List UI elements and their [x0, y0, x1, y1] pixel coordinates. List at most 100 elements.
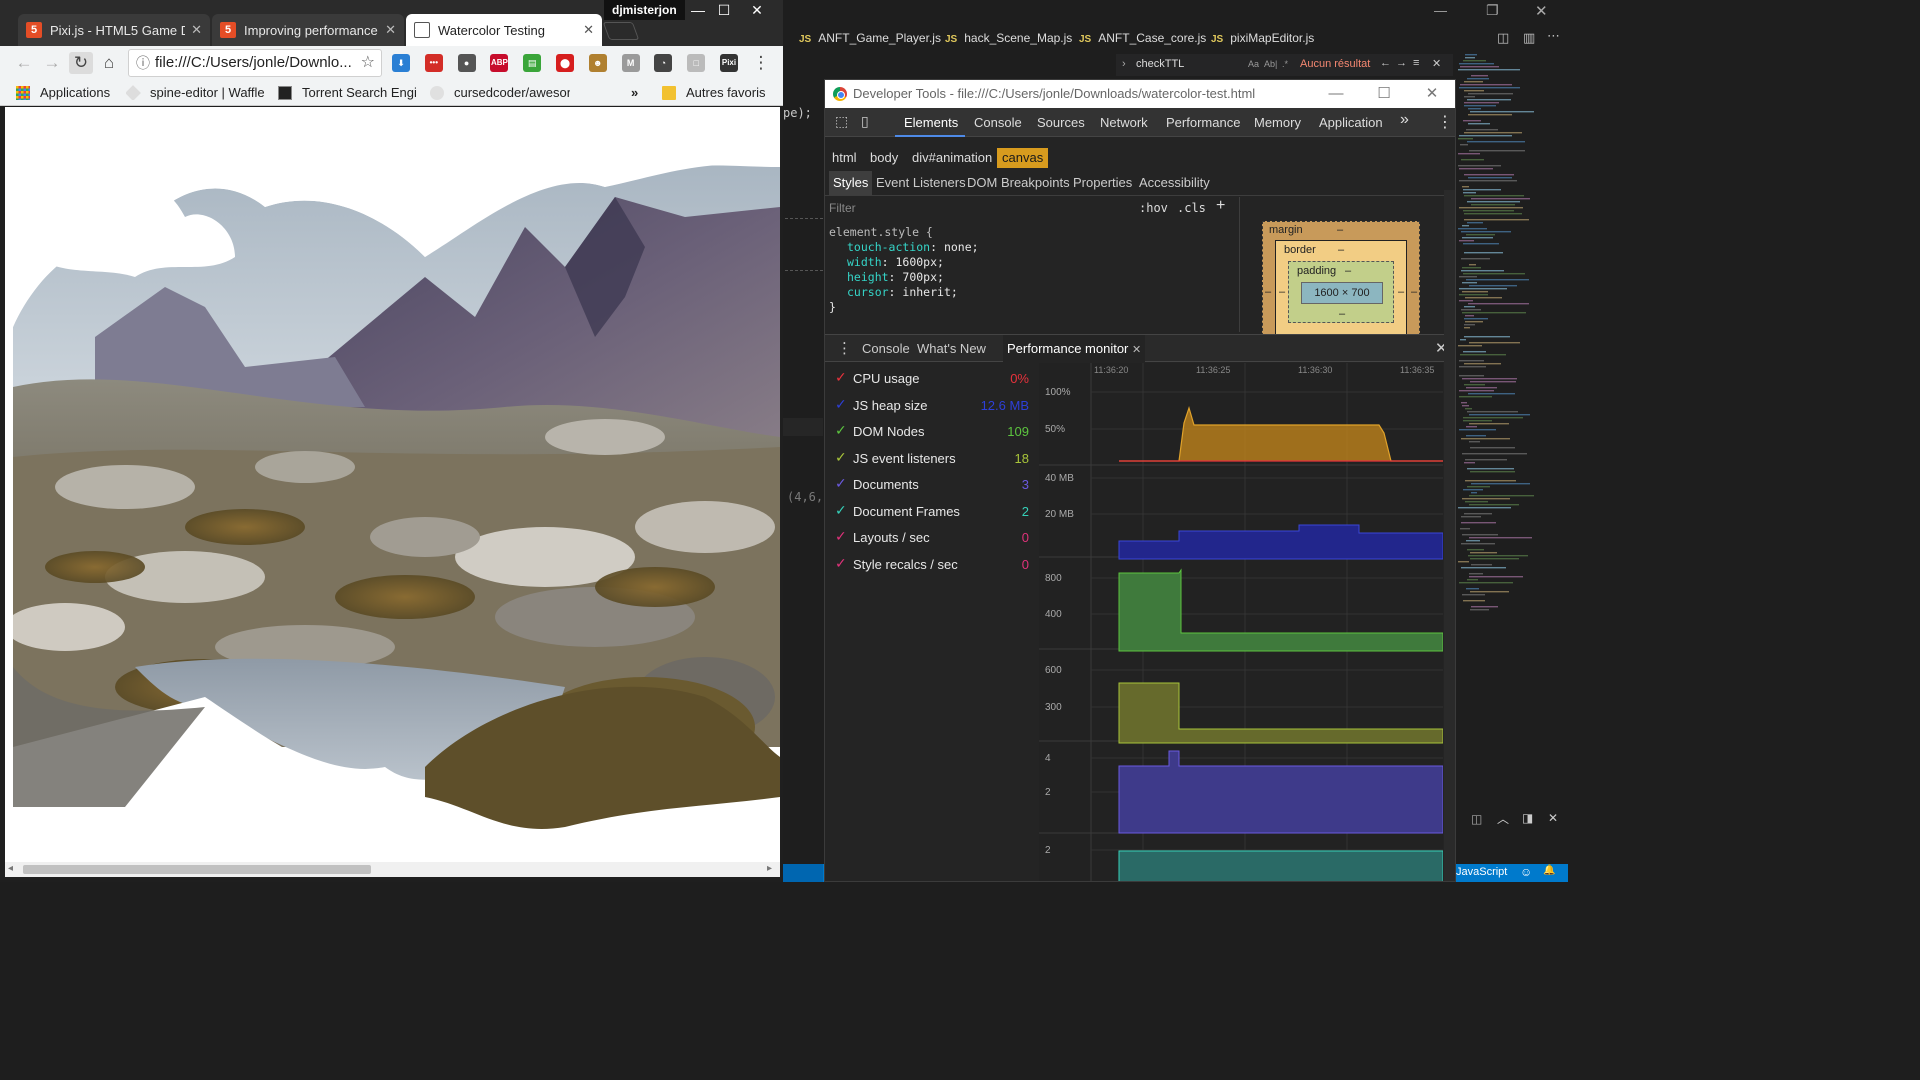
checkbox-check-icon[interactable]: ✓	[835, 553, 847, 573]
inspect-element-icon[interactable]: ⬚	[835, 113, 848, 130]
crumb-canvas[interactable]: canvas	[997, 148, 1049, 168]
minimize-button[interactable]: —	[1313, 80, 1359, 108]
face-ext-icon[interactable]: ☻	[588, 54, 607, 72]
subtab-accessibility[interactable]: Accessibility	[1139, 175, 1210, 190]
checkbox-check-icon[interactable]: ✓	[835, 447, 847, 467]
page-ext-icon[interactable]: □	[687, 54, 706, 72]
info-icon[interactable]: ⓘ	[136, 50, 150, 76]
whole-word-toggle[interactable]: Ab|	[1264, 59, 1277, 69]
styles-filter-input[interactable]: Filter	[829, 201, 856, 215]
more-icon[interactable]: ⋯	[1547, 28, 1560, 44]
hov-toggle[interactable]: :hov	[1139, 201, 1168, 215]
forward-button[interactable]: →	[40, 52, 64, 74]
metric-row[interactable]: ✓ Layouts / sec 0	[835, 528, 1029, 548]
split-icon[interactable]: ◫	[1497, 30, 1509, 46]
box-padding[interactable]: padding – – 1600 × 700	[1288, 261, 1394, 323]
bookmarks-overflow-button[interactable]: »	[631, 85, 638, 100]
watercolor-canvas[interactable]	[5, 107, 780, 862]
checkbox-check-icon[interactable]: ✓	[835, 526, 847, 546]
selection-icon[interactable]: ≡	[1413, 57, 1419, 69]
other-bookmarks[interactable]: Autres favoris	[662, 85, 765, 100]
editor-tab[interactable]: JS ANFT_Game_Player.js	[799, 31, 941, 45]
maximize-button[interactable]: ☐	[709, 0, 739, 20]
editor-tab[interactable]: JS hack_Scene_Map.js	[945, 31, 1072, 45]
subtab-properties[interactable]: Properties	[1073, 175, 1132, 190]
bookmark-item[interactable]: spine-editor | Waffle	[126, 85, 264, 100]
subtab-event-listeners[interactable]: Event Listeners	[876, 175, 966, 190]
shield-ext-icon[interactable]: ⬤	[556, 54, 574, 72]
horizontal-scrollbar[interactable]: ◂ ▸	[5, 862, 780, 877]
browser-tab-active[interactable]: Watercolor Testing ✕	[406, 14, 602, 46]
checkbox-check-icon[interactable]: ✓	[835, 394, 847, 414]
bell-icon[interactable]: 🔔	[1543, 865, 1555, 876]
drawer-tab-whats-new[interactable]: What's New	[917, 341, 986, 356]
crumb-html[interactable]: html	[827, 148, 862, 168]
panel-close-button[interactable]: ✕	[1548, 811, 1558, 825]
download-icon[interactable]: ⬇	[392, 54, 410, 72]
reload-button[interactable]: ↻	[69, 52, 93, 74]
devtools-vertical-scrollbar[interactable]	[1444, 190, 1455, 881]
editor-tab[interactable]: JS ANFT_Case_core.js	[1079, 31, 1206, 45]
tab-console[interactable]: Console	[974, 115, 1022, 130]
scrollbar-thumb[interactable]	[23, 865, 371, 874]
chat-ext-icon[interactable]: ◔	[654, 54, 673, 72]
metric-row[interactable]: ✓ JS event listeners 18	[835, 449, 1029, 469]
metric-row[interactable]: ✓ DOM Nodes 109	[835, 422, 1029, 442]
tab-elements[interactable]: Elements	[904, 115, 958, 130]
style-property[interactable]: touch-action: none;	[829, 240, 979, 255]
close-button[interactable]: ✕	[1409, 80, 1455, 108]
print-ext-icon[interactable]: ▤	[523, 54, 542, 72]
tab-performance[interactable]: Performance	[1166, 115, 1240, 130]
tab-application[interactable]: Application	[1319, 115, 1383, 130]
tab-network[interactable]: Network	[1100, 115, 1148, 130]
scroll-right-arrow[interactable]: ▸	[767, 863, 772, 874]
drawer-tab-console[interactable]: Console	[862, 341, 910, 356]
checkbox-check-icon[interactable]: ✓	[835, 420, 847, 440]
close-icon[interactable]: ✕	[385, 22, 396, 38]
drawer-menu-icon[interactable]: ⋮	[837, 339, 852, 357]
bookmark-item[interactable]: Torrent Search Engin	[278, 85, 416, 100]
style-property[interactable]: height: 700px;	[829, 270, 979, 285]
panel-split-button[interactable]: ◨	[1522, 811, 1533, 825]
address-bar[interactable]: ⓘ file:///C:/Users/jonle/Downlo... ☆	[128, 49, 382, 77]
style-property[interactable]: cursor: inherit;	[829, 285, 979, 300]
smile-icon[interactable]: ☺	[1520, 865, 1532, 879]
maximize-button[interactable]: ☐	[1361, 80, 1407, 108]
apps-bookmark[interactable]: Applications	[16, 85, 110, 100]
tab-sources[interactable]: Sources	[1037, 115, 1085, 130]
find-input[interactable]: checkTTL	[1136, 58, 1184, 70]
cls-toggle[interactable]: .cls	[1177, 201, 1206, 215]
match-case-toggle[interactable]: Aa	[1248, 59, 1259, 69]
chrome-menu-button[interactable]: ⋮	[749, 52, 773, 74]
crumb-body[interactable]: body	[865, 148, 903, 168]
editor-restore-button[interactable]: ❐	[1486, 2, 1499, 19]
new-rule-button[interactable]: +	[1216, 197, 1225, 215]
metric-row[interactable]: ✓ Document Frames 2	[835, 502, 1029, 522]
m-ext-icon[interactable]: M	[621, 54, 640, 72]
circle-ext-icon[interactable]: ●	[457, 54, 476, 72]
box-content-size[interactable]: 1600 × 700	[1301, 282, 1383, 304]
close-icon[interactable]: ✕	[1132, 344, 1141, 356]
subtab-dom-breakpoints[interactable]: DOM Breakpoints	[967, 175, 1070, 190]
close-icon[interactable]: ✕	[191, 22, 202, 38]
drawer-tab-performance-monitor[interactable]: Performance monitor ✕	[1003, 335, 1146, 363]
pixi-ext-icon[interactable]: Pixi	[720, 54, 738, 72]
checkbox-check-icon[interactable]: ✓	[835, 367, 847, 387]
device-toggle-icon[interactable]: ▯	[861, 113, 869, 130]
devtools-menu-icon[interactable]: ⋮	[1437, 112, 1453, 132]
close-icon[interactable]: ✕	[583, 22, 594, 38]
minimap[interactable]	[1456, 52, 1568, 860]
checkbox-check-icon[interactable]: ✓	[835, 500, 847, 520]
close-icon[interactable]: ✕	[1432, 57, 1441, 70]
editor-minimize-button[interactable]: —	[1434, 3, 1447, 18]
close-button[interactable]: ✕	[742, 0, 772, 20]
box-margin[interactable]: margin – – – border – – – padding – – 16…	[1262, 221, 1420, 341]
crumb-div-animation[interactable]: div#animation	[907, 148, 997, 168]
editor-close-button[interactable]: ✕	[1535, 2, 1548, 20]
layout-icon[interactable]: ▥	[1523, 30, 1535, 46]
subtab-styles[interactable]: Styles	[829, 171, 873, 195]
back-button[interactable]: ←	[12, 52, 36, 74]
box-border[interactable]: border – – – padding – – 1600 × 700	[1275, 240, 1407, 340]
adblock-icon[interactable]: ABP	[490, 54, 509, 72]
more-tabs-button[interactable]: »	[1400, 111, 1409, 129]
